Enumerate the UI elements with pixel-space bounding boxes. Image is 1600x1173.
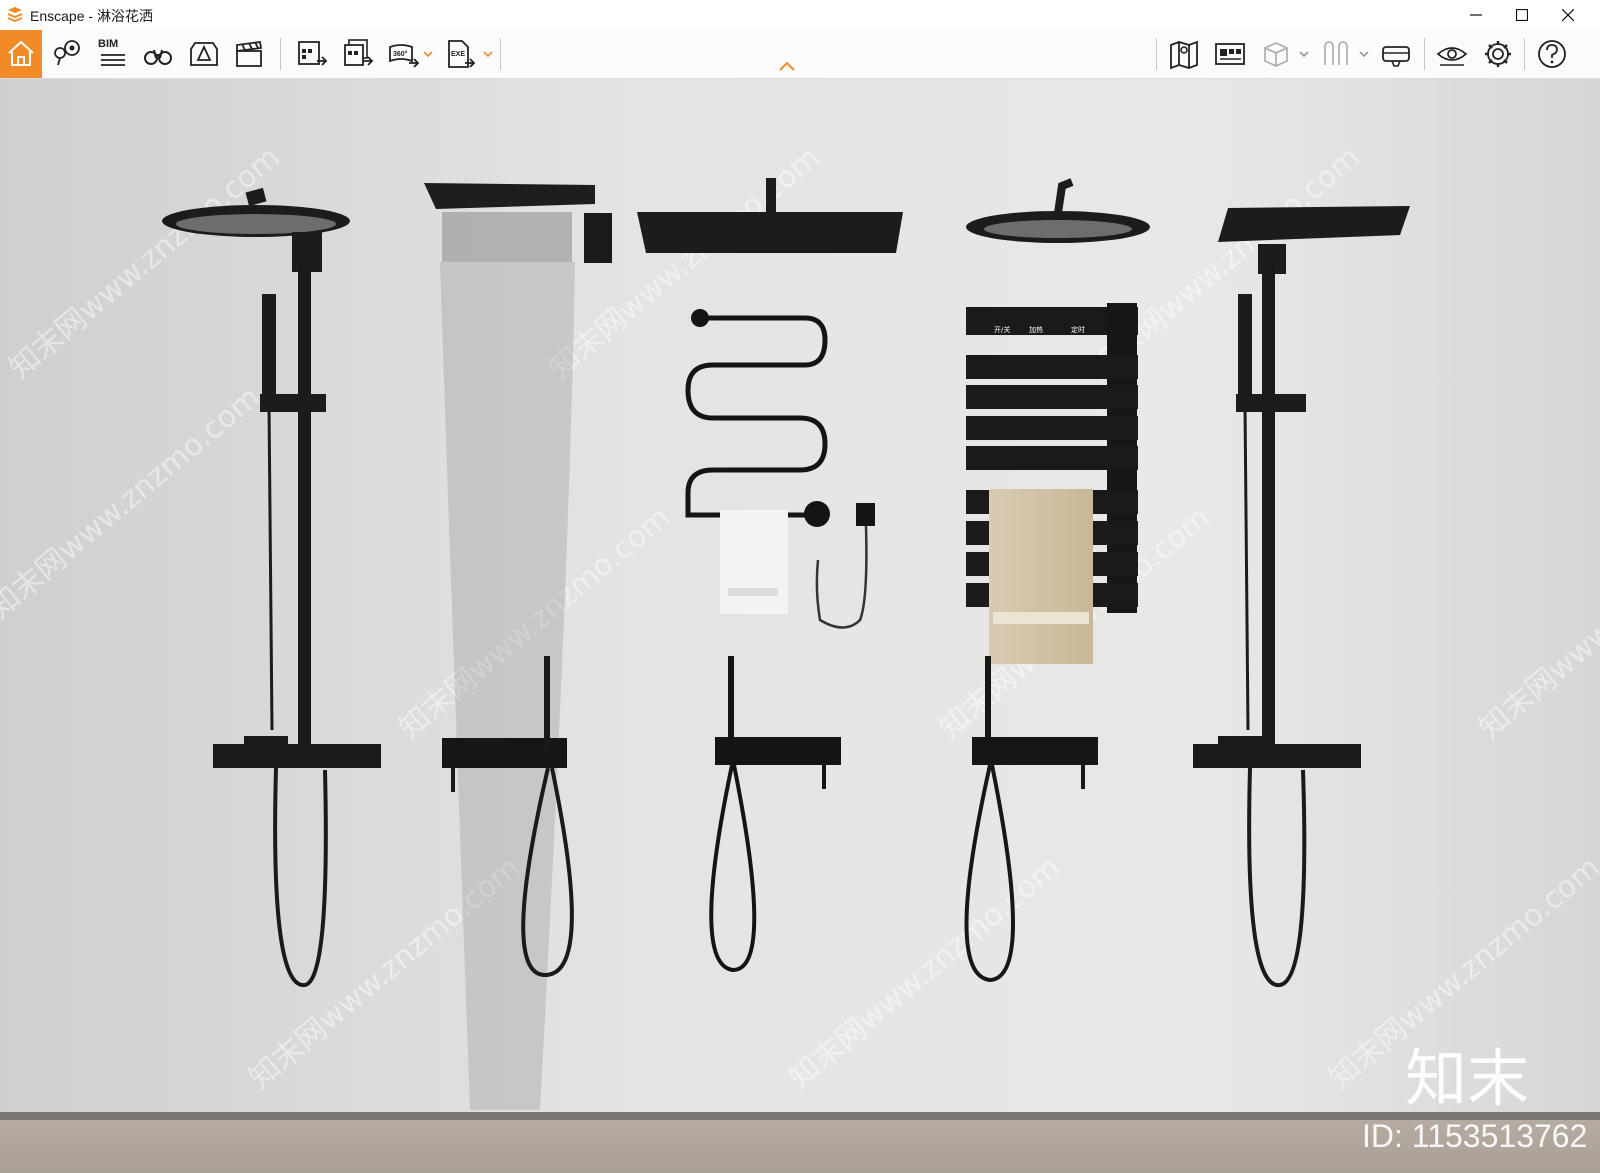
render-panorama-icon: 360° bbox=[389, 44, 420, 68]
video-editor-button[interactable] bbox=[227, 32, 271, 76]
export-exe-button[interactable]: EXE bbox=[438, 32, 482, 76]
settings-gear-icon bbox=[1485, 41, 1511, 67]
title-bar: Enscape - 淋浴花洒 bbox=[0, 0, 1600, 30]
walk-mode-button[interactable] bbox=[136, 32, 180, 76]
vr-headset-button[interactable] bbox=[1374, 32, 1418, 76]
radiator-control-labels: 开/关 加热 定时 bbox=[994, 325, 1085, 334]
render-panorama-button[interactable]: 360° bbox=[382, 32, 426, 76]
baseboard bbox=[0, 1112, 1600, 1120]
minimize-icon bbox=[1470, 14, 1482, 16]
render-viewport[interactable]: 知末网www.znzmo.com 知末网www.znzmo.com 知末网www… bbox=[0, 79, 1600, 1173]
binoculars-icon bbox=[144, 49, 172, 65]
view-cube-button[interactable] bbox=[1254, 32, 1298, 76]
settings-button[interactable] bbox=[1476, 32, 1520, 76]
brand-logo: 知末 bbox=[1405, 1042, 1529, 1115]
bim-label: BIM bbox=[98, 38, 119, 50]
vr-headset-icon bbox=[1382, 46, 1410, 67]
export-exe-icon: EXE bbox=[448, 40, 476, 68]
toolbar-separator bbox=[280, 38, 281, 70]
minimize-button[interactable] bbox=[1453, 0, 1499, 30]
main-toolbar: BIM 360° EXE bbox=[0, 30, 1600, 79]
export-exe-label: EXE bbox=[451, 51, 465, 58]
title-separator: - bbox=[84, 8, 97, 24]
chevron-down-icon[interactable] bbox=[482, 48, 494, 60]
window-title: Enscape - 淋浴花洒 bbox=[30, 6, 153, 26]
asset-library-button[interactable] bbox=[182, 32, 226, 76]
toolbar-separator bbox=[500, 38, 501, 70]
screenshot-gallery-button[interactable] bbox=[1208, 32, 1252, 76]
maximize-icon bbox=[1516, 9, 1528, 21]
home-button[interactable] bbox=[0, 30, 42, 78]
visual-settings-icon bbox=[1436, 47, 1468, 66]
close-button[interactable] bbox=[1545, 0, 1591, 30]
visual-settings-button[interactable] bbox=[1430, 32, 1474, 76]
batch-render-icon bbox=[344, 39, 374, 66]
panel-label-power: 开/关 bbox=[994, 325, 1010, 334]
screenshot-gallery-icon bbox=[1215, 43, 1245, 65]
batch-render-button[interactable] bbox=[336, 32, 380, 76]
render-image-icon bbox=[298, 41, 328, 66]
panel-label-heat: 加热 bbox=[1029, 325, 1043, 334]
chevron-down-icon[interactable] bbox=[422, 48, 434, 60]
render-360-label: 360° bbox=[393, 50, 408, 58]
render-image-button[interactable] bbox=[290, 32, 334, 76]
map-icon bbox=[1170, 40, 1198, 70]
location-pin-icon bbox=[54, 40, 80, 66]
help-button[interactable] bbox=[1530, 32, 1574, 76]
chevron-up-icon[interactable] bbox=[778, 60, 796, 72]
asset-library-icon bbox=[190, 42, 218, 66]
help-icon bbox=[1538, 40, 1566, 68]
chevron-down-icon[interactable] bbox=[1298, 48, 1310, 60]
maximize-button[interactable] bbox=[1499, 0, 1545, 30]
toolbar-separator bbox=[1424, 38, 1425, 70]
toolbar-separator bbox=[1156, 38, 1157, 70]
views-button[interactable] bbox=[46, 32, 90, 76]
document-name: 淋浴花洒 bbox=[96, 8, 153, 24]
view-cube-icon bbox=[1264, 42, 1288, 67]
app-name: Enscape bbox=[30, 8, 85, 24]
chevron-down-icon[interactable] bbox=[1358, 48, 1370, 60]
panel-label-timer: 定时 bbox=[1071, 325, 1085, 334]
map-button[interactable] bbox=[1162, 32, 1206, 76]
enscape-logo-icon bbox=[7, 7, 23, 23]
home-icon bbox=[8, 41, 34, 66]
scene-canvas: 知末网www.znzmo.com 知末网www.znzmo.com 知末网www… bbox=[0, 79, 1600, 1173]
floor bbox=[0, 1120, 1600, 1173]
walk-button[interactable] bbox=[1314, 32, 1358, 76]
close-icon bbox=[1562, 9, 1574, 21]
toolbar-separator bbox=[1524, 38, 1525, 70]
image-id-label: ID: 1153513762 bbox=[1362, 1118, 1587, 1154]
walk-icon bbox=[1324, 41, 1348, 65]
clapperboard-icon bbox=[236, 40, 263, 67]
